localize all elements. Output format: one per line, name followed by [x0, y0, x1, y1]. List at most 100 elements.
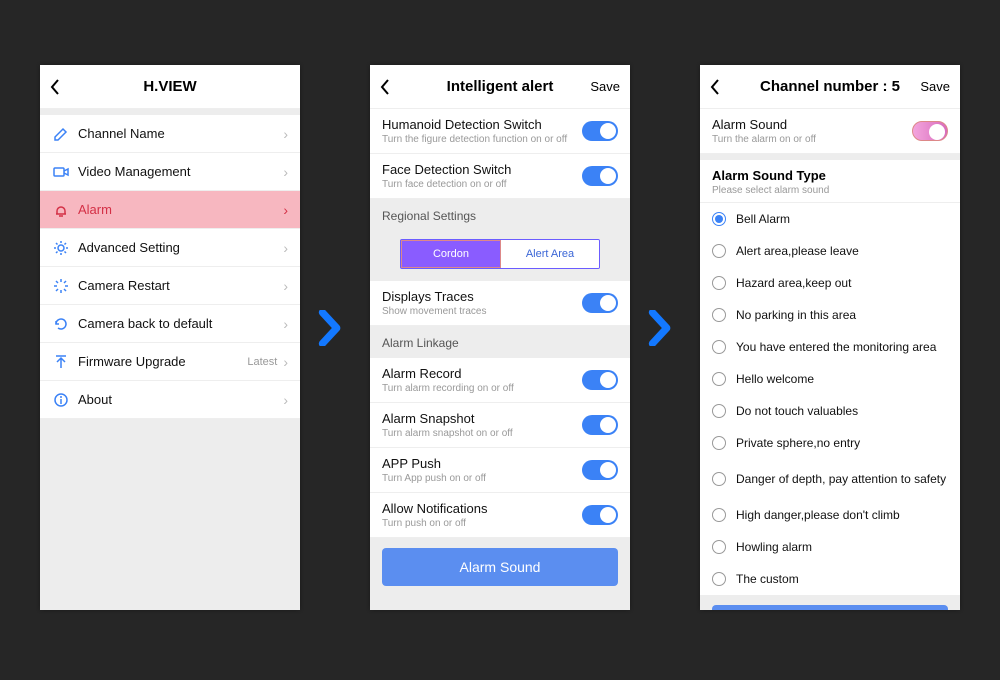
radio-icon	[712, 212, 726, 226]
header: Intelligent alert Save	[370, 65, 630, 109]
sound-option[interactable]: Private sphere,no entry	[700, 427, 960, 459]
sound-option[interactable]: Howling alarm	[700, 531, 960, 563]
arrow-icon	[317, 310, 347, 354]
option-label: Alert area,please leave	[736, 244, 948, 258]
chevron-right-icon: ›	[283, 354, 288, 370]
option-label: No parking in this area	[736, 308, 948, 322]
segment-alert-area[interactable]: Alert Area	[501, 240, 599, 268]
page-title: H.VIEW	[40, 78, 300, 95]
setting-label: Displays Traces	[382, 289, 582, 304]
radio-icon	[712, 540, 726, 554]
option-label: Do not touch valuables	[736, 404, 948, 418]
pencil-icon	[52, 126, 70, 142]
menu-item-video[interactable]: Video Management›	[40, 153, 300, 191]
chevron-right-icon: ›	[283, 164, 288, 180]
chevron-right-icon: ›	[283, 316, 288, 332]
option-label: Private sphere,no entry	[736, 436, 948, 450]
back-button[interactable]	[40, 65, 70, 109]
sound-option[interactable]: Hello welcome	[700, 363, 960, 395]
displays-traces-row: Displays Traces Show movement traces	[370, 281, 630, 326]
option-label: Hello welcome	[736, 372, 948, 386]
section-desc: Please select alarm sound	[712, 185, 948, 196]
menu-item-load[interactable]: Camera Restart›	[40, 267, 300, 305]
load-icon	[52, 278, 70, 294]
back-button[interactable]	[370, 65, 400, 109]
sound-option[interactable]: Alert area,please leave	[700, 235, 960, 267]
setting-desc: Turn App push on or off	[382, 473, 582, 484]
alarm-icon	[52, 202, 70, 218]
menu-label: About	[78, 392, 283, 407]
option-label: High danger,please don't climb	[736, 508, 948, 522]
radio-icon	[712, 276, 726, 290]
menu-item-upgrade[interactable]: Firmware UpgradeLatest›	[40, 343, 300, 381]
option-label: You have entered the monitoring area	[736, 340, 948, 354]
menu-label: Alarm	[78, 202, 283, 217]
radio-icon	[712, 436, 726, 450]
app-push-row: APP Push Turn App push on or off	[370, 448, 630, 493]
traces-toggle[interactable]	[582, 293, 618, 313]
sound-option[interactable]: Bell Alarm	[700, 203, 960, 235]
menu-item-info[interactable]: About›	[40, 381, 300, 419]
chevron-right-icon: ›	[283, 202, 288, 218]
menu-label: Advanced Setting	[78, 240, 283, 255]
menu-item-alarm[interactable]: Alarm›	[40, 191, 300, 229]
menu-item-gear[interactable]: Advanced Setting›	[40, 229, 300, 267]
face-toggle[interactable]	[582, 166, 618, 186]
back-button[interactable]	[700, 65, 730, 109]
upgrade-icon	[52, 354, 70, 370]
screen-intelligent-alert: Intelligent alert Save Humanoid Detectio…	[370, 65, 630, 610]
menu-label: Video Management	[78, 164, 283, 179]
segment-control: Cordon Alert Area	[370, 231, 630, 281]
chevron-right-icon: ›	[283, 240, 288, 256]
sound-option[interactable]: Danger of depth, pay attention to safety	[700, 459, 960, 499]
notif-toggle[interactable]	[582, 505, 618, 525]
sound-option[interactable]: Do not touch valuables	[700, 395, 960, 427]
reset-icon	[52, 316, 70, 332]
sound-option[interactable]: You have entered the monitoring area	[700, 331, 960, 363]
setting-label: Humanoid Detection Switch	[382, 117, 582, 132]
menu-label: Channel Name	[78, 126, 283, 141]
segment-cordon[interactable]: Cordon	[401, 240, 501, 268]
gear-icon	[52, 240, 70, 256]
radio-icon	[712, 472, 726, 486]
alarm-snapshot-row: Alarm Snapshot Turn alarm snapshot on or…	[370, 403, 630, 448]
setting-desc: Turn the alarm on or off	[712, 134, 912, 145]
menu-label: Camera back to default	[78, 316, 283, 331]
snapshot-toggle[interactable]	[582, 415, 618, 435]
sound-option[interactable]: Hazard area,keep out	[700, 267, 960, 299]
chevron-right-icon: ›	[283, 392, 288, 408]
sound-option[interactable]: No parking in this area	[700, 299, 960, 331]
radio-icon	[712, 572, 726, 586]
sound-option[interactable]: The custom	[700, 563, 960, 595]
arrow-icon	[647, 310, 677, 354]
setting-desc: Show movement traces	[382, 306, 582, 317]
screen-channel-number: Channel number : 5 Save Alarm Sound Turn…	[700, 65, 960, 610]
humanoid-toggle[interactable]	[582, 121, 618, 141]
option-label: The custom	[736, 572, 948, 586]
video-icon	[52, 164, 70, 180]
setting-label: Allow Notifications	[382, 501, 582, 516]
radio-icon	[712, 372, 726, 386]
save-button[interactable]: Save	[920, 79, 950, 94]
menu-item-reset[interactable]: Camera back to default›	[40, 305, 300, 343]
menu-subtext: Latest	[247, 356, 277, 368]
section-regional: Regional Settings	[370, 199, 630, 231]
custom-voice-button[interactable]: Custom Voice	[712, 605, 948, 610]
push-toggle[interactable]	[582, 460, 618, 480]
radio-icon	[712, 340, 726, 354]
alarm-sound-toggle[interactable]	[912, 121, 948, 141]
menu-item-pencil[interactable]: Channel Name›	[40, 115, 300, 153]
sound-option[interactable]: High danger,please don't climb	[700, 499, 960, 531]
setting-desc: Turn face detection on or off	[382, 179, 582, 190]
option-label: Bell Alarm	[736, 212, 948, 226]
humanoid-detection-row: Humanoid Detection Switch Turn the figur…	[370, 109, 630, 154]
radio-icon	[712, 404, 726, 418]
setting-desc: Turn the figure detection function on or…	[382, 134, 582, 145]
alarm-sound-button[interactable]: Alarm Sound	[382, 548, 618, 586]
info-icon	[52, 392, 70, 408]
record-toggle[interactable]	[582, 370, 618, 390]
radio-icon	[712, 308, 726, 322]
setting-desc: Turn alarm recording on or off	[382, 383, 582, 394]
save-button[interactable]: Save	[590, 79, 620, 94]
allow-notifications-row: Allow Notifications Turn push on or off	[370, 493, 630, 538]
